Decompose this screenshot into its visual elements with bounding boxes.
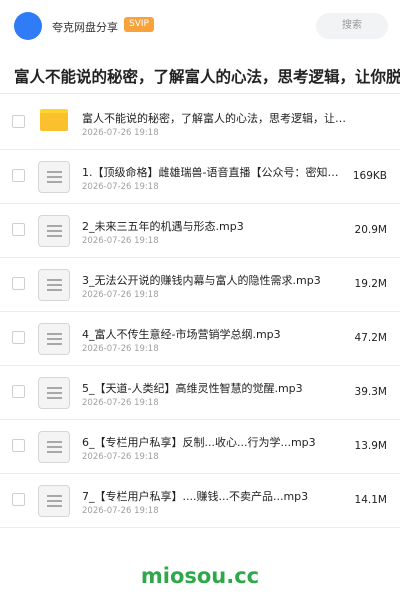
file-size: 169KB (352, 170, 387, 182)
file-name: 1.【顶级命格】雌雄瑞兽-语音直播【公众号：密知圈】.mp3 (82, 166, 348, 179)
file-size: 39.3M (354, 386, 387, 398)
file-size: 19.2M (354, 278, 387, 290)
file-icon (38, 323, 70, 355)
file-name: 4_富人不传生意经-市场营销学总纲.mp3 (82, 328, 281, 341)
file-icon (38, 377, 70, 409)
file-date: 2026-07-26 19:18 (82, 236, 159, 246)
file-row[interactable]: 5_【天道-人类纪】高维灵性智慧的觉醒.mp3 2026-07-26 19:18 3… (0, 366, 400, 420)
select-checkbox[interactable] (12, 115, 25, 128)
file-icon (38, 431, 70, 463)
select-checkbox[interactable] (12, 331, 25, 344)
file-date: 2026-07-26 19:18 (82, 290, 159, 300)
file-size: 13.9M (354, 440, 387, 452)
file-row[interactable]: 7_【专栏用户私享】....赚钱...不卖产品...mp3 2026-07-26 … (0, 474, 400, 528)
select-checkbox[interactable] (12, 223, 25, 236)
file-icon (38, 215, 70, 247)
file-name: 5_【天道-人类纪】高维灵性智慧的觉醒.mp3 (82, 382, 303, 395)
file-row[interactable]: 6_【专栏用户私享】反制...收心...行为学...mp3 2026-07-26 … (0, 420, 400, 474)
select-checkbox[interactable] (12, 277, 25, 290)
avatar[interactable] (14, 12, 42, 40)
file-size: 20.9M (354, 224, 387, 236)
select-checkbox[interactable] (12, 169, 25, 182)
folder-row[interactable]: 富人不能说的秘密，了解富人的心法，思考逻辑，让你脱贫 2026-07-26 19:… (0, 96, 400, 150)
svip-badge: SVIP (124, 17, 154, 32)
file-row[interactable]: 4_富人不传生意经-市场营销学总纲.mp3 2026-07-26 19:18 47.… (0, 312, 400, 366)
watermark: miosou.cc (140, 564, 260, 588)
file-size: 47.2M (354, 332, 387, 344)
select-checkbox[interactable] (12, 385, 25, 398)
file-date: 2026-07-26 19:18 (82, 398, 159, 408)
file-date: 2026-07-26 19:18 (82, 452, 159, 462)
file-name: 2_未来三五年的机遇与形态.mp3 (82, 220, 244, 233)
file-name: 7_【专栏用户私享】....赚钱...不卖产品...mp3 (82, 490, 309, 503)
file-size: 14.1M (354, 494, 387, 506)
file-name: 6_【专栏用户私享】反制...收心...行为学...mp3 (82, 436, 316, 449)
file-date: 2026-07-26 19:18 (82, 344, 159, 354)
select-checkbox[interactable] (12, 493, 25, 506)
select-checkbox[interactable] (12, 439, 25, 452)
file-list: 富人不能说的秘密，了解富人的心法，思考逻辑，让你脱贫 2026-07-26 19:… (0, 96, 400, 528)
folder-icon (40, 109, 68, 131)
file-icon (38, 485, 70, 517)
share-header: 夸克网盘分享 SVIP 搜索 (0, 0, 400, 52)
file-row[interactable]: 3_无法公开说的赚钱内幕与富人的隐性需求.mp3 2026-07-26 19:18… (0, 258, 400, 312)
file-name: 富人不能说的秘密，了解富人的心法，思考逻辑，让你脱贫 (82, 112, 348, 125)
title-bar: 富人不能说的秘密，了解富人的心法，思考逻辑，让你脱贫 (0, 56, 400, 94)
file-row[interactable]: 1.【顶级命格】雌雄瑞兽-语音直播【公众号：密知圈】.mp3 2026-07-26… (0, 150, 400, 204)
file-icon (38, 269, 70, 301)
app-name: 夸克网盘分享 (52, 21, 118, 34)
file-name: 3_无法公开说的赚钱内幕与富人的隐性需求.mp3 (82, 274, 321, 287)
page-title: 富人不能说的秘密，了解富人的心法，思考逻辑，让你脱贫 (14, 68, 400, 86)
file-icon (38, 161, 70, 193)
file-row[interactable]: 2_未来三五年的机遇与形态.mp3 2026-07-26 19:18 20.9M (0, 204, 400, 258)
search-input[interactable]: 搜索 (316, 13, 388, 39)
file-date: 2026-07-26 19:18 (82, 128, 159, 138)
file-date: 2026-07-26 19:18 (82, 182, 159, 192)
file-date: 2026-07-26 19:18 (82, 506, 159, 516)
